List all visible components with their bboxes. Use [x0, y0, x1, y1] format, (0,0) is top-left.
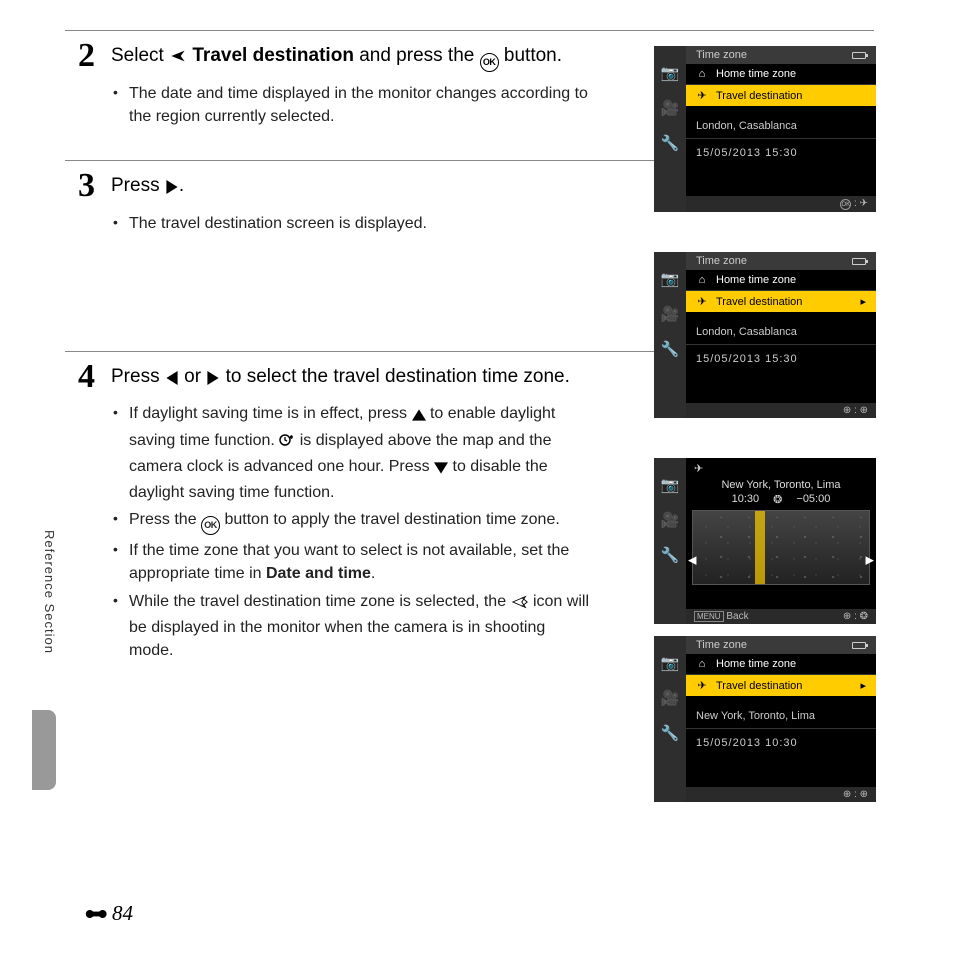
side-tab [32, 710, 56, 790]
wrench-icon: 🔧 [661, 726, 680, 741]
ok-icon: OK [480, 53, 499, 72]
battery-icon [852, 258, 866, 265]
lcd-datetime: 15/05/2013 15:30 [686, 345, 876, 373]
side-section-label: Reference Section [42, 530, 57, 654]
lcd-footer: ⊕ : ⊕ [686, 403, 876, 418]
lcd-screenshot-step3: 📷 🎥 🔧 Time zone ⌂ Home time zone ✈ Trave… [654, 252, 876, 418]
camera-icon: 📷 [661, 272, 680, 287]
wrench-icon: 🔧 [661, 548, 680, 563]
airplane-icon: ✈ [696, 295, 708, 308]
triangle-down-icon [434, 458, 448, 481]
ok-icon: OK [201, 516, 220, 535]
travel-destination-row: ✈ Travel destination [686, 85, 876, 106]
airplane-icon [169, 46, 187, 72]
timezone-strip [755, 511, 765, 584]
battery-icon [852, 642, 866, 649]
chevron-right-icon: ▸ [860, 295, 866, 308]
home-timezone-row: ⌂ Home time zone [686, 270, 876, 291]
home-icon: ⌂ [696, 274, 708, 286]
triangle-up-icon [412, 405, 426, 428]
lcd-sidebar: 📷 🎥 🔧 [654, 458, 686, 624]
lcd-screenshot-step2: 📷 🎥 🔧 Time zone ⌂ Home time zone ✈ Trave… [654, 46, 876, 212]
airplane-icon: ✈ [696, 89, 708, 102]
reference-section-icon [85, 907, 109, 921]
lcd-title: Time zone [686, 252, 876, 270]
home-icon: ⌂ [696, 68, 708, 80]
chevron-right-icon: ▸ [860, 679, 866, 692]
lcd-title: Time zone [686, 636, 876, 654]
lcd-datetime: 15/05/2013 10:30 [686, 729, 876, 757]
lcd-sidebar: 📷 🎥 🔧 [654, 46, 686, 212]
dst-icon: ❂ [773, 493, 782, 506]
lcd-map-times: 10:30 ❂ −05:00 [686, 491, 876, 510]
lcd-location: London, Casablanca [686, 312, 876, 345]
video-icon: 🎥 [661, 101, 680, 116]
travel-destination-row: ✈ Travel destination ▸ [686, 291, 876, 312]
lcd-title: Time zone [686, 46, 876, 64]
nav-left-icon: ◀ [688, 553, 696, 566]
step2-bullet: The date and time displayed in the monit… [129, 82, 591, 128]
camera-icon: 📷 [661, 66, 680, 81]
step4-bullet3: If the time zone that you want to select… [129, 539, 591, 585]
travel-destination-row: ✈ Travel destination ▸ [686, 675, 876, 696]
airplane-icon: ✈ [696, 679, 708, 692]
step4-bullet1: If daylight saving time is in effect, pr… [129, 402, 591, 504]
airplane-icon: ✈ [694, 462, 703, 475]
home-icon: ⌂ [696, 658, 708, 670]
step3-bullet: The travel destination screen is display… [129, 212, 591, 235]
triangle-right-icon [165, 176, 179, 202]
lcd-location: New York, Toronto, Lima [686, 696, 876, 729]
step-number-3: 3 [65, 169, 95, 203]
triangle-left-icon [165, 367, 179, 393]
lcd-screenshot-map: 📷 🎥 🔧 ✈ New York, Toronto, Lima 10:30 ❂ … [654, 458, 876, 624]
video-icon: 🎥 [661, 307, 680, 322]
wrench-icon: 🔧 [661, 342, 680, 357]
battery-icon [852, 52, 866, 59]
page-number: 84 [85, 901, 133, 926]
step4-bullet2: Press the OK button to apply the travel … [129, 508, 591, 535]
lcd-datetime: 15/05/2013 15:30 [686, 139, 876, 167]
home-timezone-row: ⌂ Home time zone [686, 654, 876, 675]
nav-right-icon: ▶ [866, 553, 874, 566]
camera-icon: 📷 [661, 478, 680, 493]
home-timezone-row: ⌂ Home time zone [686, 64, 876, 85]
travel-mode-icon [511, 593, 529, 616]
camera-icon: 📷 [661, 656, 680, 671]
lcd-map-location: New York, Toronto, Lima [686, 479, 876, 491]
step-number-2: 2 [65, 39, 95, 73]
lcd-sidebar: 📷 🎥 🔧 [654, 636, 686, 802]
step3-heading: Press . [111, 173, 581, 202]
lcd-location: London, Casablanca [686, 106, 876, 139]
lcd-footer: MENU Back ⊕ : ❂ [686, 609, 876, 624]
lcd-footer: OK : ✈ [686, 196, 876, 213]
lcd-footer: ⊕ : ⊕ [686, 787, 876, 802]
step-number-4: 4 [65, 360, 95, 394]
lcd-screenshot-step4b: 📷 🎥 🔧 Time zone ⌂ Home time zone ✈ Trave… [654, 636, 876, 802]
dst-icon [279, 432, 295, 455]
video-icon: 🎥 [661, 691, 680, 706]
triangle-right-icon [206, 367, 220, 393]
world-map [692, 510, 870, 585]
lcd-map-header: ✈ [686, 458, 876, 479]
lcd-sidebar: 📷 🎥 🔧 [654, 252, 686, 418]
step4-heading: Press or to select the travel destinatio… [111, 364, 581, 393]
wrench-icon: 🔧 [661, 136, 680, 151]
video-icon: 🎥 [661, 513, 680, 528]
step2-heading: Select Travel destination and press the … [111, 43, 581, 72]
step4-bullet4: While the travel destination time zone i… [129, 590, 591, 663]
ok-icon: OK [840, 199, 851, 210]
